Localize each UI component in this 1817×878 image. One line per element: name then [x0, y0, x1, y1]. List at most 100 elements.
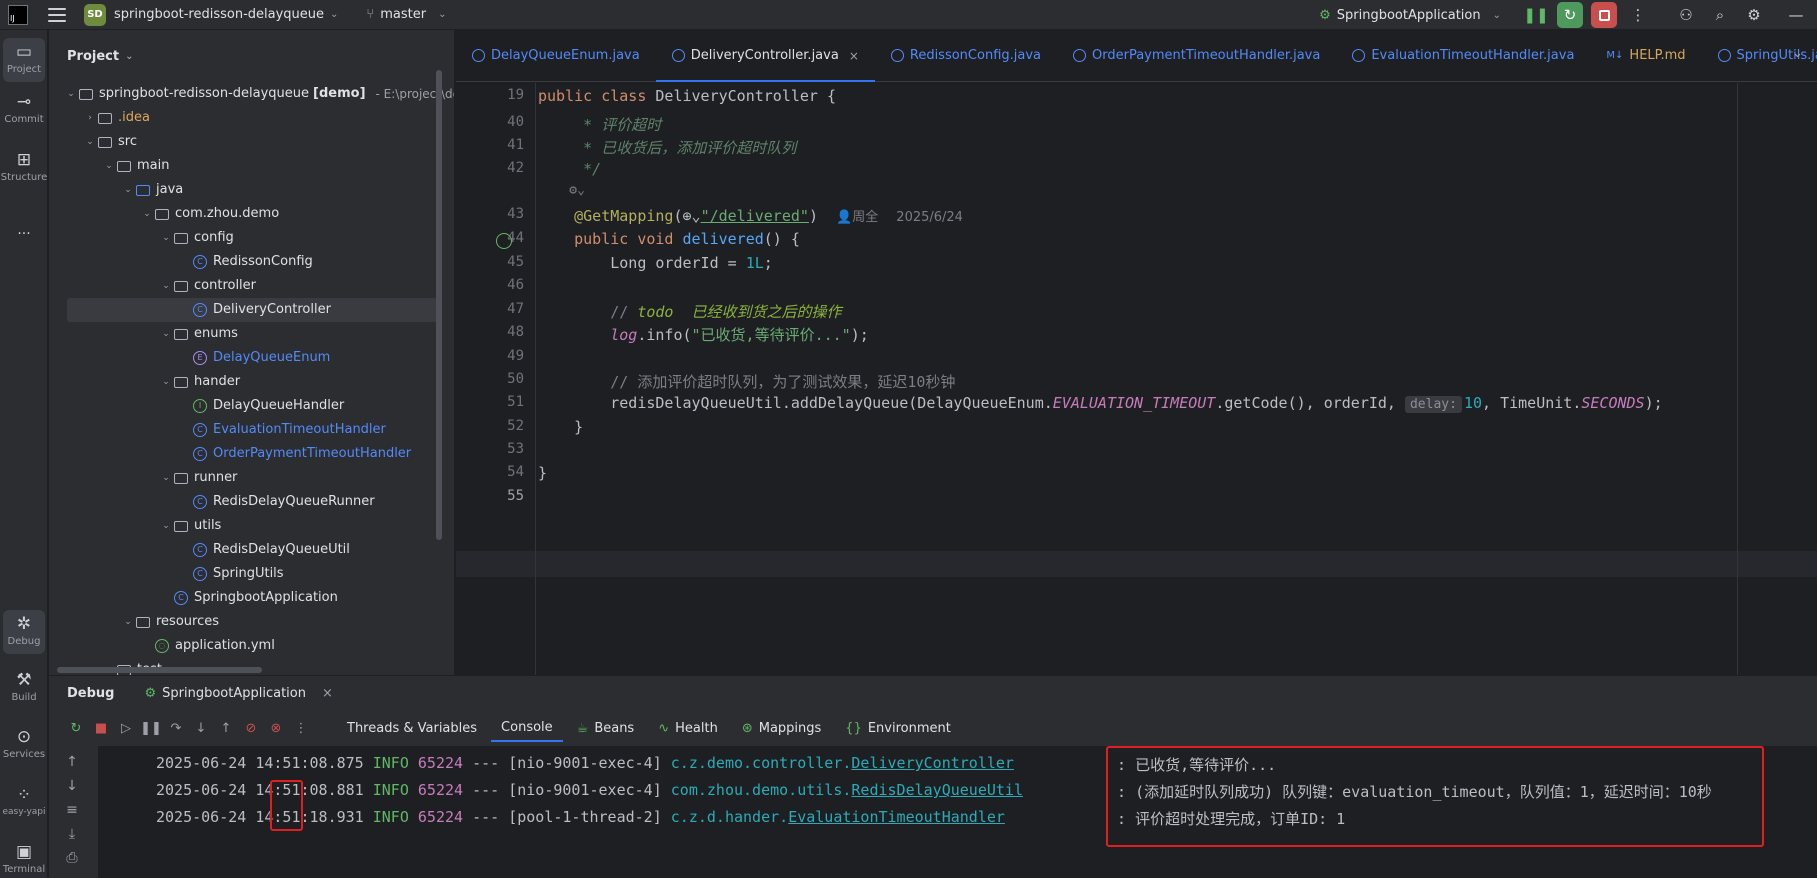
close-icon[interactable]: ×: [849, 49, 859, 63]
code-line-42[interactable]: */: [538, 160, 601, 178]
debug-subtab[interactable]: {} Environment: [835, 716, 961, 741]
view-breakpoints-icon[interactable]: ⊘: [240, 717, 262, 739]
editor-tab[interactable]: DeliveryController.java ×: [655, 30, 876, 82]
search-icon[interactable]: ⌕: [1707, 2, 1733, 28]
print-icon[interactable]: ⎙: [61, 850, 83, 866]
tree-item[interactable]: › .idea: [82, 106, 150, 130]
tree-item[interactable]: ⌄ src: [82, 130, 137, 154]
code-vision-icon[interactable]: ⚙⌄: [538, 183, 585, 198]
more-tools-button[interactable]: ···: [0, 226, 48, 242]
chevron-down-icon[interactable]: ⌄: [158, 370, 174, 394]
debug-subtab[interactable]: ☕ Beans: [567, 716, 645, 741]
chevron-down-icon[interactable]: ⌄: [120, 178, 136, 202]
close-icon[interactable]: ×: [322, 686, 333, 701]
tree-item[interactable]: C RedisDelayQueueUtil: [177, 538, 350, 562]
tree-item[interactable]: ⌄ hander: [158, 370, 240, 394]
settings-gear-icon[interactable]: ⚙: [1741, 2, 1767, 28]
chevron-down-icon[interactable]: ⌄: [330, 9, 338, 20]
debug-subtab[interactable]: ∿ Health: [648, 716, 728, 741]
log-cls[interactable]: DeliveryController: [851, 754, 1014, 772]
more-actions-icon[interactable]: ⋮: [1625, 2, 1651, 28]
code-line-48[interactable]: log.info("已收货,等待评价...");: [538, 324, 869, 345]
chevron-down-icon[interactable]: ⌄: [139, 202, 155, 226]
chevron-down-icon[interactable]: ⌄: [158, 274, 174, 298]
code-line-43[interactable]: @GetMapping(⊕⌄"/delivered") 👤周全 2025/6/2…: [538, 206, 963, 225]
scroll-up-icon[interactable]: ↑: [61, 754, 83, 770]
project-tool-button[interactable]: ▭ Project: [3, 38, 45, 82]
editor-tab[interactable]: EvaluationTimeoutHandler.java: [1336, 30, 1590, 82]
horizontal-scrollbar[interactable]: [57, 667, 262, 673]
tree-item[interactable]: ⌄ java: [120, 178, 183, 202]
run-configuration-selector[interactable]: ⚙ SpringbootApplication ⌄: [1319, 8, 1501, 23]
code-line-47[interactable]: // todo 已经收到货之后的操作: [538, 301, 841, 322]
structure-tool-button[interactable]: ⊞ Structure: [0, 150, 48, 183]
more-icon[interactable]: ⋮: [290, 717, 312, 739]
tree-item[interactable]: C SpringbootApplication: [158, 586, 338, 610]
chevron-down-icon[interactable]: ⌄: [63, 82, 79, 106]
chevron-down-icon[interactable]: ⌄: [120, 610, 136, 634]
tree-item[interactable]: E DelayQueueEnum: [177, 346, 330, 370]
services-tool-button[interactable]: ⊙ Services: [0, 727, 48, 760]
tree-item[interactable]: C RedissonConfig: [177, 250, 313, 274]
code-line-51[interactable]: redisDelayQueueUtil.addDelayQueue(DelayQ…: [538, 394, 1663, 413]
tree-item[interactable]: ⌄ main: [101, 154, 169, 178]
code-line-19[interactable]: public class DeliveryController {: [538, 87, 836, 105]
code-line-41[interactable]: * 已收货后，添加评价超时队列: [538, 137, 796, 158]
scroll-down-icon[interactable]: ↓: [61, 778, 83, 794]
endpoint-gutter-icon[interactable]: [496, 233, 512, 249]
editor-tab[interactable]: M↓ HELP.md: [1590, 30, 1701, 82]
code-line-50[interactable]: // 添加评价超时队列，为了测试效果，延迟10秒钟: [538, 371, 955, 392]
project-name[interactable]: springboot-redisson-delayqueue: [114, 7, 324, 22]
chevron-down-icon[interactable]: ⌄: [158, 466, 174, 490]
tree-item[interactable]: ⌄ resources: [120, 610, 219, 634]
step-into-icon[interactable]: ↓: [190, 717, 212, 739]
code-line-40[interactable]: * 评价超时: [538, 114, 661, 135]
chevron-right-icon[interactable]: ›: [82, 106, 98, 130]
tree-item[interactable]: C EvaluationTimeoutHandler: [177, 418, 386, 442]
editor-tab[interactable]: RedissonConfig.java: [875, 30, 1057, 82]
editor-tab[interactable]: OrderPaymentTimeoutHandler.java: [1057, 30, 1336, 82]
log-cls[interactable]: RedisDelayQueueUtil: [851, 781, 1023, 799]
pause-run-icon[interactable]: ❚❚: [1523, 2, 1549, 28]
vertical-scrollbar[interactable]: [436, 70, 442, 540]
chevron-down-icon[interactable]: ⌄: [82, 130, 98, 154]
code-line-54[interactable]: }: [538, 464, 547, 482]
stop-button[interactable]: [1591, 2, 1617, 28]
chevron-down-icon[interactable]: ⌄: [158, 322, 174, 346]
project-badge[interactable]: SD: [84, 3, 106, 26]
code-line-44[interactable]: public void delivered() {: [538, 230, 800, 248]
minimize-icon[interactable]: —: [1783, 2, 1809, 28]
debug-subtab[interactable]: Threads & Variables: [337, 716, 487, 741]
resume-icon[interactable]: ▷: [115, 717, 137, 739]
tree-item[interactable]: C OrderPaymentTimeoutHandler: [177, 442, 411, 466]
project-panel-header[interactable]: Project ⌄: [49, 30, 454, 82]
mute-breakpoints-icon[interactable]: ⊗: [265, 717, 287, 739]
tree-item[interactable]: C SpringUtils: [177, 562, 284, 586]
pause-icon[interactable]: ❚❚: [140, 717, 162, 739]
step-out-icon[interactable]: ↑: [215, 717, 237, 739]
debug-subtab[interactable]: ⊛ Mappings: [732, 716, 831, 741]
rerun-icon[interactable]: ↻: [65, 717, 87, 739]
build-tool-button[interactable]: ⚒ Build: [0, 670, 48, 703]
debug-tool-button[interactable]: ✲ Debug: [3, 610, 45, 654]
tree-item[interactable]: C RedisDelayQueueRunner: [177, 490, 375, 514]
chevron-down-icon[interactable]: ⌄: [158, 226, 174, 250]
stop-icon[interactable]: ■: [90, 717, 112, 739]
tree-item[interactable]: ⌄ com.zhou.demo: [139, 202, 279, 226]
globe-icon[interactable]: ⊕⌄: [683, 207, 701, 225]
code-line-52[interactable]: }: [538, 418, 583, 436]
debug-subtab[interactable]: Console: [491, 715, 563, 742]
tree-item[interactable]: ⌄ enums: [158, 322, 238, 346]
log-cls[interactable]: EvaluationTimeoutHandler: [788, 808, 1005, 826]
code-line-45[interactable]: Long orderId = 1L;: [538, 254, 773, 272]
terminal-tool-button[interactable]: ▣ Terminal: [0, 842, 48, 875]
debug-session-tab[interactable]: ⚙ SpringbootApplication ×: [144, 686, 332, 701]
chevron-down-icon[interactable]: ⌄: [101, 154, 117, 178]
editor-tab[interactable]: DelayQueueEnum.java: [456, 30, 656, 82]
ide-logo-icon[interactable]: IJ: [8, 4, 28, 25]
tree-item[interactable]: ⌄ springboot-redisson-delayqueue [demo] - E…: [63, 82, 454, 106]
easy-yapi-tool-button[interactable]: ⁘ easy-yapi: [0, 785, 48, 817]
scroll-to-end-icon[interactable]: ⤓: [61, 826, 83, 842]
branch-selector[interactable]: ⑂ master ⌄: [366, 7, 446, 22]
tree-item[interactable]: I DelayQueueHandler: [177, 394, 344, 418]
